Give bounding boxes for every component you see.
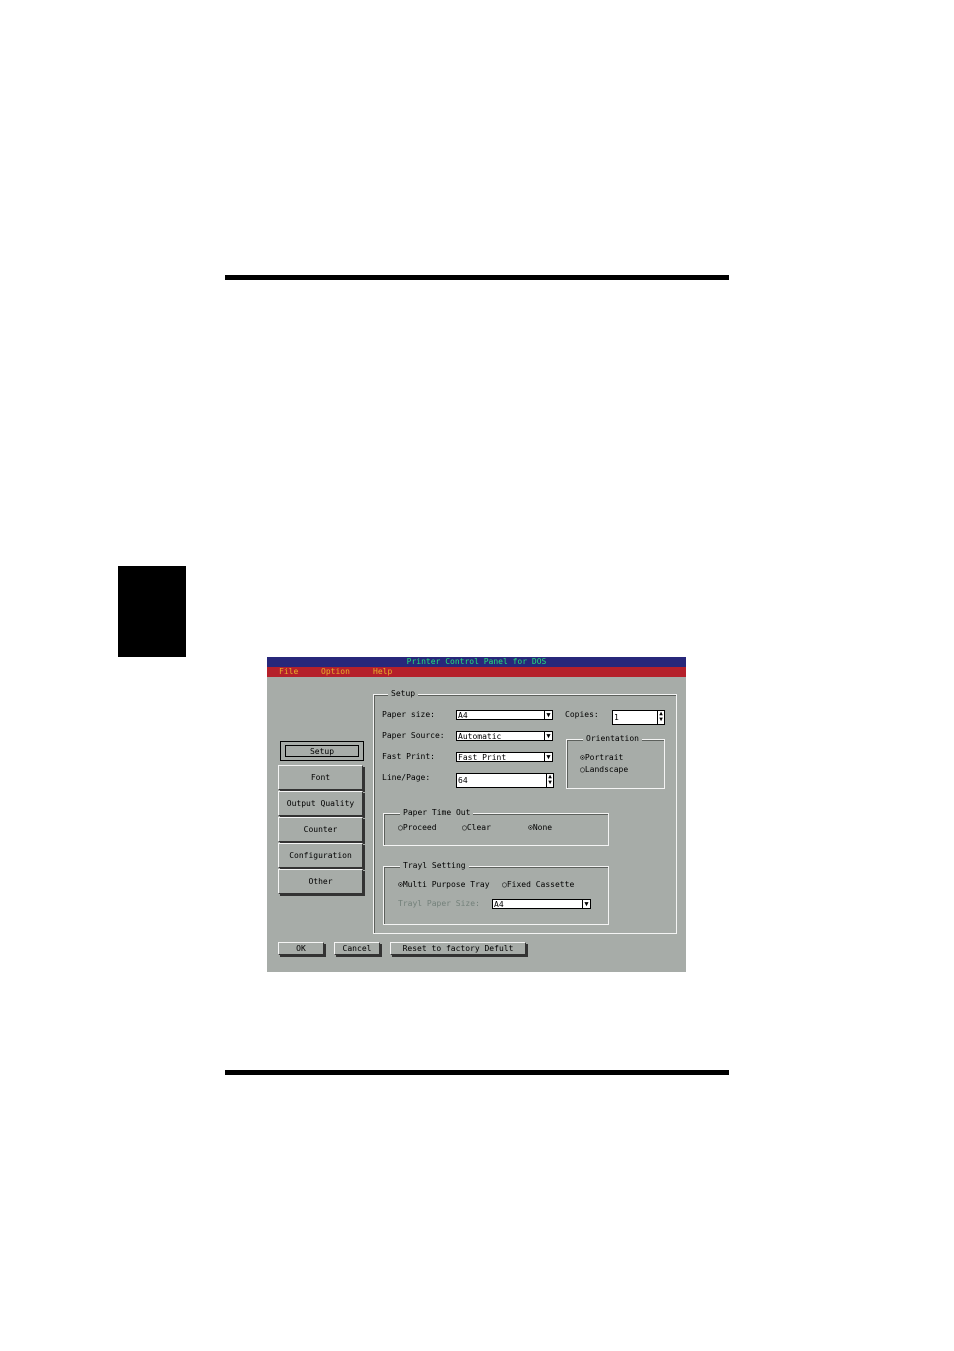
spin-down-icon[interactable]: ▼ <box>658 717 664 723</box>
paper-source-label: Paper Source: <box>382 731 445 740</box>
radio-none-label: None <box>532 823 553 832</box>
tray-paper-size-label: Trayl Paper Size: <box>398 899 480 908</box>
radio-landscape[interactable]: ○Landscape <box>580 765 628 775</box>
fast-print-select[interactable]: Fast Print <box>456 752 546 762</box>
orientation-group-title: Orientation <box>583 734 642 744</box>
tab-font[interactable]: Font <box>278 765 363 790</box>
chapter-tab-marker <box>118 566 186 657</box>
menu-file[interactable]: File <box>279 667 298 677</box>
paper-timeout-title: Paper Time Out <box>400 808 474 818</box>
tab-setup-label: Setup <box>285 745 359 757</box>
radio-multi-purpose-tray-label: Multi Purpose Tray <box>402 880 490 889</box>
menu-bar: File Option Help <box>267 667 686 677</box>
tray-paper-size-select[interactable]: A4 <box>492 899 584 909</box>
copies-label: Copies: <box>565 710 599 719</box>
spin-down-icon[interactable]: ▼ <box>547 780 553 786</box>
radio-fixed-cassette-label: Fixed Cassette <box>506 880 575 889</box>
window-title: Printer Control Panel for DOS <box>267 657 686 667</box>
top-rule <box>225 275 729 280</box>
line-page-input[interactable]: 64 <box>456 773 547 788</box>
bottom-rule <box>225 1070 729 1075</box>
copies-spinner[interactable]: ▲ ▼ <box>657 710 665 725</box>
tab-counter[interactable]: Counter <box>278 817 363 842</box>
line-page-spinner[interactable]: ▲ ▼ <box>546 773 554 788</box>
radio-clear-label: Clear <box>466 823 491 832</box>
printer-control-panel-window: Printer Control Panel for DOS File Optio… <box>267 657 686 972</box>
reset-factory-default-button[interactable]: Reset to factory Defult <box>390 942 526 955</box>
line-page-label: Line/Page: <box>382 773 431 782</box>
cancel-button[interactable]: Cancel <box>334 942 380 955</box>
radio-landscape-label: Landscape <box>584 765 629 774</box>
radio-proceed-label: Proceed <box>402 823 437 832</box>
orientation-group: Orientation <box>566 734 665 789</box>
paper-source-select[interactable]: Automatic <box>456 731 546 741</box>
radio-portrait-label: Portrait <box>584 753 624 762</box>
radio-portrait[interactable]: ⊙Portrait <box>580 753 623 763</box>
radio-multi-purpose-tray[interactable]: ⊙Multi Purpose Tray <box>398 880 490 890</box>
paper-size-select[interactable]: A4 <box>456 710 546 720</box>
tab-other[interactable]: Other <box>278 869 363 894</box>
menu-option[interactable]: Option <box>321 667 350 677</box>
radio-proceed[interactable]: ○Proceed <box>398 823 437 833</box>
radio-none[interactable]: ⊙None <box>528 823 552 833</box>
fast-print-label: Fast Print: <box>382 752 435 761</box>
radio-clear[interactable]: ○Clear <box>462 823 491 833</box>
tray-setting-title: Trayl Setting <box>400 861 469 871</box>
copies-input[interactable]: 1 <box>612 710 659 725</box>
tab-output-quality[interactable]: Output Quality <box>278 791 363 816</box>
paper-size-dropdown-icon[interactable]: ▼ <box>544 710 553 720</box>
paper-size-label: Paper size: <box>382 710 435 719</box>
ok-button[interactable]: OK <box>278 942 324 955</box>
radio-fixed-cassette[interactable]: ○Fixed Cassette <box>502 880 574 890</box>
tab-configuration[interactable]: Configuration <box>278 843 363 868</box>
setup-group-title: Setup <box>388 689 419 699</box>
tray-paper-size-dropdown-icon[interactable]: ▼ <box>582 899 591 909</box>
tab-setup[interactable]: Setup <box>280 741 364 761</box>
fast-print-dropdown-icon[interactable]: ▼ <box>544 752 553 762</box>
menu-help[interactable]: Help <box>373 667 392 677</box>
tray-setting-group: Trayl Setting <box>383 861 609 925</box>
paper-source-dropdown-icon[interactable]: ▼ <box>544 731 553 741</box>
